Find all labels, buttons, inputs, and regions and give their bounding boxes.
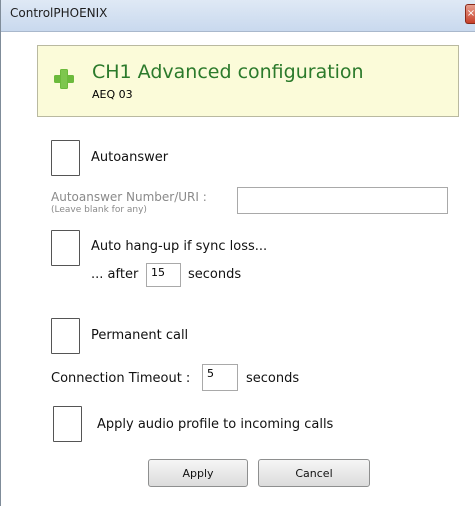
autoanswer-uri-hint: (Leave blank for any) (51, 205, 147, 215)
apply-button[interactable]: Apply (148, 459, 248, 487)
header-panel: CH1 Advanced configuration AEQ 03 (37, 45, 459, 117)
dialog-window: ControlPHOENIX × CH1 Advanced configurat… (0, 0, 475, 506)
autoanswer-uri-label: Autoanswer Number/URI : (51, 190, 207, 204)
audio-profile-checkbox[interactable] (53, 406, 82, 442)
connection-timeout-seconds-label: seconds (246, 371, 300, 386)
auto-hangup-checkbox[interactable] (51, 230, 80, 266)
permanent-call-checkbox[interactable] (51, 318, 80, 354)
plus-icon (54, 69, 74, 89)
auto-hangup-after-label: ... after (91, 267, 139, 282)
window-title: ControlPHOENIX (10, 6, 108, 20)
close-icon: × (466, 8, 475, 19)
header-title: CH1 Advanced configuration (92, 61, 364, 83)
permanent-call-label: Permanent call (91, 328, 189, 343)
auto-hangup-seconds-label: seconds (188, 267, 242, 282)
autoanswer-label: Autoanswer (91, 150, 169, 165)
auto-hangup-label: Auto hang-up if sync loss... (91, 239, 268, 254)
close-button[interactable]: × (465, 4, 475, 24)
autoanswer-checkbox[interactable] (51, 140, 80, 176)
connection-timeout-label: Connection Timeout : (51, 371, 191, 386)
title-bar[interactable]: ControlPHOENIX × (1, 0, 475, 32)
auto-hangup-seconds-input[interactable]: 15 (146, 263, 181, 287)
header-subtitle: AEQ 03 (92, 88, 133, 101)
audio-profile-label: Apply audio profile to incoming calls (97, 417, 334, 432)
cancel-button[interactable]: Cancel (258, 459, 370, 487)
connection-timeout-input[interactable]: 5 (202, 364, 238, 391)
autoanswer-uri-input[interactable] (237, 187, 448, 214)
